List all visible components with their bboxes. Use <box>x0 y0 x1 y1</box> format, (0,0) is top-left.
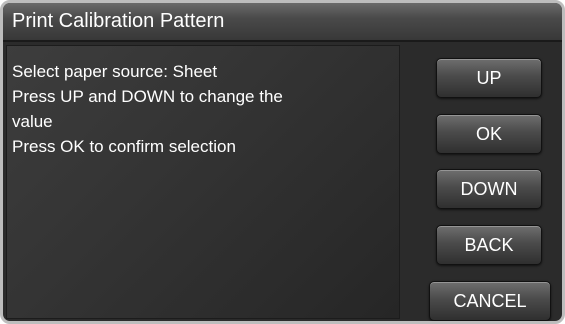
message-panel: Select paper source: Sheet Press UP and … <box>6 45 400 319</box>
title-bar: Print Calibration Pattern <box>3 3 562 42</box>
down-button[interactable]: DOWN <box>436 169 542 209</box>
instruction-line-change: Press UP and DOWN to change the <box>12 87 283 106</box>
cancel-button[interactable]: CANCEL <box>429 281 551 321</box>
instruction-line-value: value <box>12 112 53 131</box>
control-panel-screen: Print Calibration Pattern Select paper s… <box>0 0 565 324</box>
page-title: Print Calibration Pattern <box>12 10 225 32</box>
up-button[interactable]: UP <box>436 58 542 98</box>
ok-button[interactable]: OK <box>436 114 542 154</box>
instruction-line-confirm: Press OK to confirm selection <box>12 137 236 156</box>
paper-source-line: Select paper source: Sheet <box>12 62 218 81</box>
instruction-text: Select paper source: Sheet Press UP and … <box>12 59 392 159</box>
back-button[interactable]: BACK <box>436 225 542 265</box>
